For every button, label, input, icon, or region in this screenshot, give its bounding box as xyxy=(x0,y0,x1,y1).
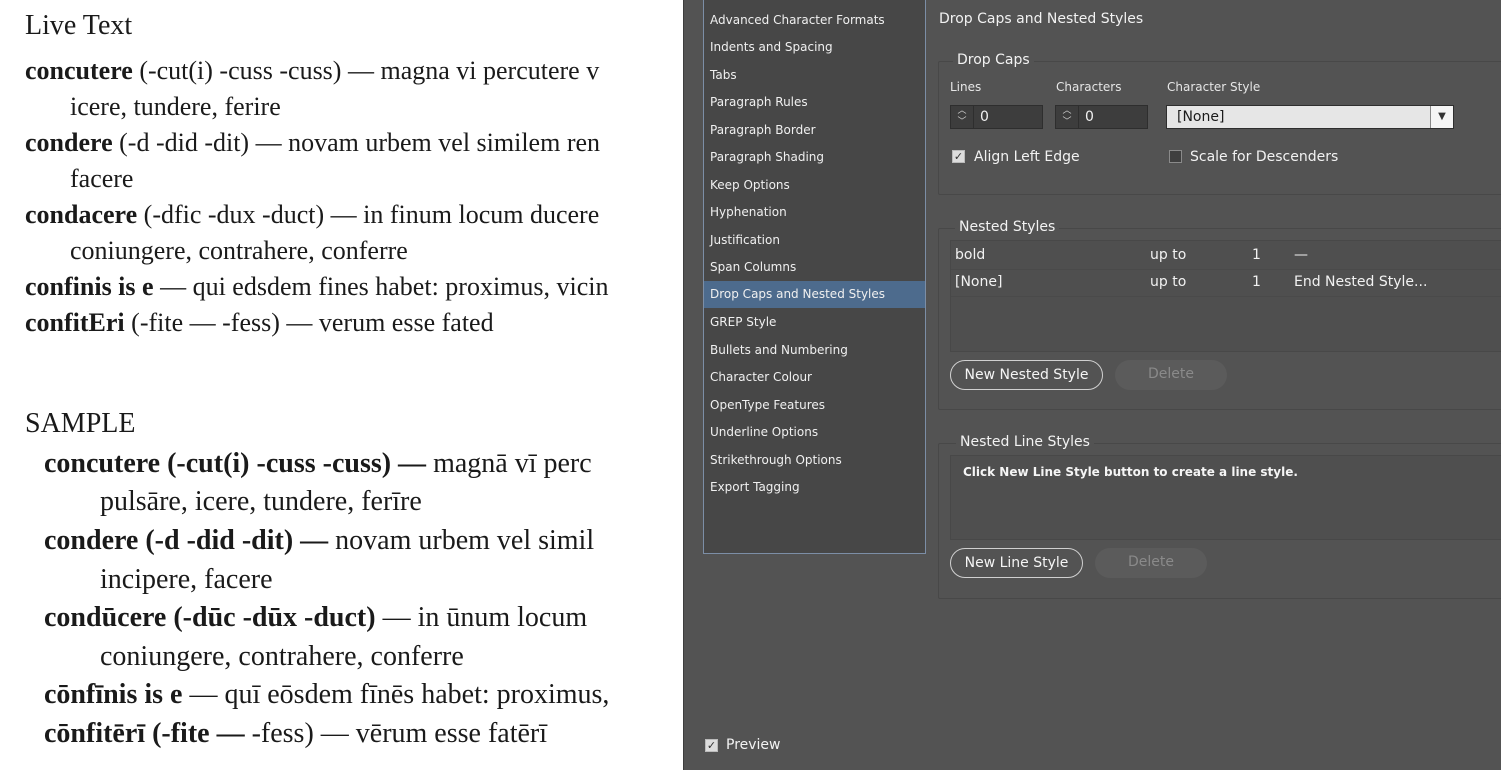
category-paragraph-shading[interactable]: Paragraph Shading xyxy=(704,144,925,171)
delete-line-style-button[interactable]: Delete xyxy=(1095,548,1207,578)
character-style-select[interactable]: [None] ▼ xyxy=(1166,105,1454,129)
sample-entry-3-cont: coniungere, contrahere, conferre xyxy=(100,641,464,672)
nested-line-styles-list[interactable]: Click New Line Style button to create a … xyxy=(950,455,1501,540)
category-strikethrough-options[interactable]: Strikethrough Options xyxy=(704,447,925,474)
category-drop-caps-nested-styles[interactable]: Drop Caps and Nested Styles xyxy=(704,281,925,308)
character-style-label: Character Style xyxy=(1167,80,1261,94)
document-page: Live Text concutere (-cut(i) -cuss -cuss… xyxy=(0,0,683,770)
new-nested-style-button[interactable]: New Nested Style xyxy=(950,360,1103,390)
table-row[interactable]: bold up to 1 — xyxy=(951,242,1501,270)
category-list[interactable]: Advanced Character Formats Indents and S… xyxy=(703,0,926,554)
nested-style-name[interactable]: [None] xyxy=(955,274,1002,290)
category-justification[interactable]: Justification xyxy=(704,227,925,254)
category-export-tagging[interactable]: Export Tagging xyxy=(704,474,925,501)
live-entry-3-cont: coniungere, contrahere, conferre xyxy=(70,236,408,265)
stepper-arrows-icon[interactable]: ︿ ﹀ xyxy=(1056,106,1079,128)
scale-for-descenders-checkbox[interactable] xyxy=(1169,150,1182,163)
category-advanced-character-formats[interactable]: Advanced Character Formats xyxy=(704,7,925,34)
nested-line-styles-title: Nested Line Styles xyxy=(956,434,1094,450)
category-hyphenation[interactable]: Hyphenation xyxy=(704,199,925,226)
category-opentype-features[interactable]: OpenType Features xyxy=(704,392,925,419)
category-indents-and-spacing[interactable]: Indents and Spacing xyxy=(704,34,925,61)
category-span-columns[interactable]: Span Columns xyxy=(704,254,925,281)
live-entry-5: confitEri (-fite — -fess) — verum esse f… xyxy=(25,308,494,337)
paragraph-style-options-dialog: Advanced Character Formats Indents and S… xyxy=(683,0,1501,770)
sample-heading: SAMPLE xyxy=(25,408,136,439)
category-keep-options[interactable]: Keep Options xyxy=(704,172,925,199)
live-entry-1-cont: icere, tundere, ferire xyxy=(70,92,281,121)
align-left-edge-label: Align Left Edge xyxy=(974,149,1080,165)
sample-entry-1: concutere (-cut(i) -cuss -cuss) — magnā … xyxy=(44,448,592,479)
characters-stepper[interactable]: ︿ ﹀ 0 xyxy=(1055,105,1148,129)
nested-style-end[interactable]: — xyxy=(1294,247,1308,263)
category-underline-options[interactable]: Underline Options xyxy=(704,419,925,446)
lines-stepper[interactable]: ︿ ﹀ 0 xyxy=(950,105,1043,129)
align-left-edge-checkbox[interactable]: ✓ xyxy=(952,150,965,163)
nested-style-mode[interactable]: up to xyxy=(1150,247,1186,263)
live-entry-3: condacere (-dfic -dux -duct) — in finum … xyxy=(25,200,600,229)
live-entry-1: concutere (-cut(i) -cuss -cuss) — magna … xyxy=(25,56,600,85)
category-tabs[interactable]: Tabs xyxy=(704,62,925,89)
pane-title: Drop Caps and Nested Styles xyxy=(939,11,1144,27)
live-text-heading: Live Text xyxy=(25,10,133,41)
sample-entry-4: cōnfīnis is e — quī eōsdem fīnēs habet: … xyxy=(44,679,610,710)
sample-entry-5: cōnfitērī (-fite — -fess) — vērum esse f… xyxy=(44,718,548,749)
scale-for-descenders-label: Scale for Descenders xyxy=(1190,149,1339,165)
lines-value: 0 xyxy=(980,109,989,125)
delete-nested-style-button[interactable]: Delete xyxy=(1115,360,1227,390)
drop-caps-title: Drop Caps xyxy=(953,52,1034,68)
sample-entry-2: condere (-d -did -dit) — novam urbem vel… xyxy=(44,525,595,556)
category-paragraph-border[interactable]: Paragraph Border xyxy=(704,117,925,144)
category-bullets-and-numbering[interactable]: Bullets and Numbering xyxy=(704,337,925,364)
live-entry-2-cont: facere xyxy=(70,164,134,193)
preview-checkbox[interactable]: ✓ xyxy=(705,739,718,752)
nested-line-styles-hint: Click New Line Style button to create a … xyxy=(963,465,1298,479)
sample-entry-1-cont: pulsāre, icere, tundere, ferīre xyxy=(100,486,422,517)
nested-styles-title: Nested Styles xyxy=(955,219,1060,235)
character-style-value: [None] xyxy=(1177,109,1225,125)
category-grep-style[interactable]: GREP Style xyxy=(704,309,925,336)
nested-style-count[interactable]: 1 xyxy=(1252,247,1261,263)
stepper-arrows-icon[interactable]: ︿ ﹀ xyxy=(951,106,974,128)
lines-label: Lines xyxy=(950,80,982,94)
nested-styles-table[interactable]: bold up to 1 — [None] up to 1 End Nested… xyxy=(950,240,1501,352)
preview-label: Preview xyxy=(726,737,781,753)
live-entry-2: condere (-d -did -dit) — novam urbem vel… xyxy=(25,128,601,157)
category-character-colour[interactable]: Character Colour xyxy=(704,364,925,391)
live-entry-4: confinis is e — qui edsdem fines habet: … xyxy=(25,272,609,301)
sample-entry-2-cont: incipere, facere xyxy=(100,564,273,595)
nested-style-end[interactable]: End Nested Style... xyxy=(1294,274,1427,290)
characters-label: Characters xyxy=(1056,80,1122,94)
table-row[interactable]: [None] up to 1 End Nested Style... xyxy=(951,269,1501,297)
category-paragraph-rules[interactable]: Paragraph Rules xyxy=(704,89,925,116)
characters-value: 0 xyxy=(1085,109,1094,125)
new-line-style-button[interactable]: New Line Style xyxy=(950,548,1083,578)
nested-style-count[interactable]: 1 xyxy=(1252,274,1261,290)
nested-style-mode[interactable]: up to xyxy=(1150,274,1186,290)
nested-style-name[interactable]: bold xyxy=(955,247,985,263)
sample-entry-3: condūcere (-dūc -dūx -duct) — in ūnum lo… xyxy=(44,602,588,633)
chevron-down-icon[interactable]: ▼ xyxy=(1430,106,1453,128)
